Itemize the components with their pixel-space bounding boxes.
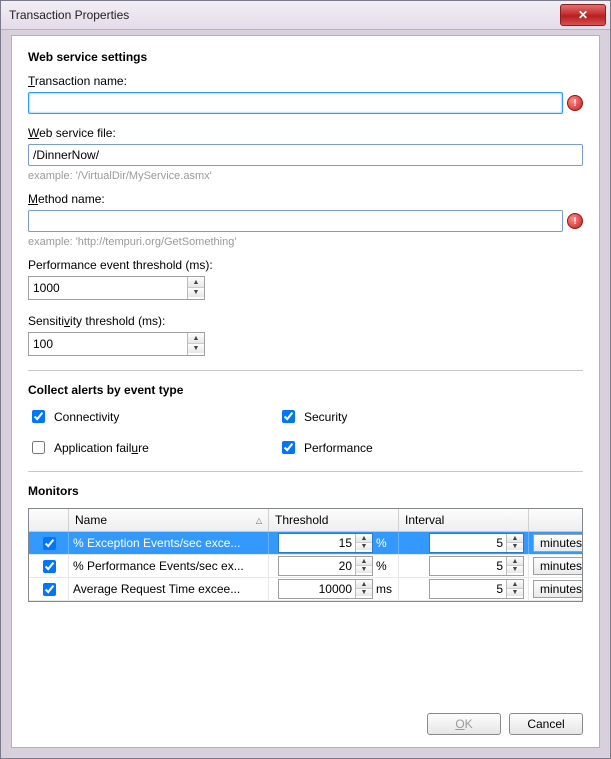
method-name-label: Method name:	[28, 192, 583, 206]
dialog-footer: OK Cancel	[427, 713, 583, 735]
spin-up-icon[interactable]: ▲	[356, 534, 372, 542]
spin-down-icon[interactable]: ▼	[188, 343, 204, 353]
row-checkbox[interactable]	[43, 537, 56, 550]
row-interval-unit-select[interactable]: minutes	[533, 557, 582, 575]
spin-down-icon[interactable]: ▼	[507, 542, 523, 550]
row-interval-unit-select[interactable]: minutes	[533, 534, 582, 552]
row-threshold-spinner[interactable]: ▲ ▼	[278, 556, 373, 576]
table-row[interactable]: Average Request Time excee... ▲ ▼ ms	[29, 578, 582, 601]
row-threshold-unit: %	[376, 536, 394, 550]
row-threshold-input[interactable]	[279, 580, 355, 598]
spin-down-icon[interactable]: ▼	[507, 565, 523, 573]
row-checkbox[interactable]	[43, 583, 56, 596]
table-row[interactable]: % Performance Events/sec ex... ▲ ▼ %	[29, 555, 582, 578]
web-service-file-input[interactable]	[28, 144, 583, 166]
row-name: % Exception Events/sec exce...	[69, 532, 269, 554]
error-icon: !	[567, 213, 583, 229]
sort-asc-icon: △	[256, 516, 262, 525]
row-interval-input[interactable]	[430, 580, 506, 598]
spin-up-icon[interactable]: ▲	[507, 557, 523, 565]
spin-up-icon[interactable]: ▲	[507, 580, 523, 588]
row-name: % Performance Events/sec ex...	[69, 555, 269, 577]
col-name[interactable]: Name △	[69, 509, 269, 531]
row-threshold-input[interactable]	[279, 534, 355, 552]
spin-up-icon[interactable]: ▲	[188, 277, 204, 287]
row-interval-input[interactable]	[430, 534, 506, 552]
security-label: Security	[304, 410, 347, 424]
ok-button[interactable]: OK	[427, 713, 501, 735]
web-service-file-hint: example: '/VirtualDir/MyService.asmx'	[28, 170, 583, 182]
separator	[28, 370, 583, 371]
spin-down-icon[interactable]: ▼	[356, 588, 372, 596]
perf-threshold-label: Performance event threshold (ms):	[28, 258, 583, 272]
transaction-name-label: Transaction name:	[28, 74, 583, 88]
row-name: Average Request Time excee...	[69, 578, 269, 600]
close-icon: ✕	[578, 8, 588, 22]
monitors-table: Name △ Threshold Interval % Exception Ev…	[28, 508, 583, 602]
security-checkbox[interactable]: Security	[278, 407, 583, 426]
app-failure-checkbox-input[interactable]	[32, 441, 45, 454]
row-interval-input[interactable]	[430, 557, 506, 575]
col-interval-unit[interactable]	[529, 509, 582, 531]
performance-label: Performance	[304, 441, 373, 455]
alerts-grid: Connectivity Security Application failur…	[28, 407, 583, 457]
row-interval-spinner[interactable]: ▲ ▼	[429, 579, 524, 599]
spin-down-icon[interactable]: ▼	[188, 287, 204, 297]
section-monitors-heading: Monitors	[28, 484, 583, 498]
perf-threshold-spinner[interactable]: ▲ ▼	[28, 276, 205, 300]
dialog-content: Web service settings Transaction name: !…	[11, 35, 600, 748]
connectivity-checkbox-input[interactable]	[32, 410, 45, 423]
row-interval-unit-select[interactable]: minutes	[533, 580, 582, 598]
method-name-input[interactable]	[28, 210, 563, 232]
section-alerts-heading: Collect alerts by event type	[28, 383, 583, 397]
col-interval-value[interactable]: Interval	[399, 509, 529, 531]
dialog-window: Transaction Properties ✕ Web service set…	[0, 0, 611, 759]
window-title: Transaction Properties	[9, 8, 129, 22]
security-checkbox-input[interactable]	[282, 410, 295, 423]
row-threshold-input[interactable]	[279, 557, 355, 575]
col-threshold[interactable]: Threshold	[269, 509, 399, 531]
app-failure-checkbox[interactable]: Application failure	[28, 438, 278, 457]
monitors-header-row: Name △ Threshold Interval	[29, 509, 582, 532]
col-check[interactable]	[29, 509, 69, 531]
spin-down-icon[interactable]: ▼	[356, 565, 372, 573]
spin-up-icon[interactable]: ▲	[356, 580, 372, 588]
row-threshold-unit: ms	[376, 582, 394, 596]
connectivity-checkbox[interactable]: Connectivity	[28, 407, 278, 426]
spin-up-icon[interactable]: ▲	[507, 534, 523, 542]
connectivity-label: Connectivity	[54, 410, 119, 424]
error-icon: !	[567, 95, 583, 111]
spin-down-icon[interactable]: ▼	[507, 588, 523, 596]
close-button[interactable]: ✕	[560, 4, 606, 26]
sensitivity-threshold-spinner[interactable]: ▲ ▼	[28, 332, 205, 356]
cancel-button[interactable]: Cancel	[509, 713, 583, 735]
spin-up-icon[interactable]: ▲	[188, 333, 204, 343]
performance-checkbox-input[interactable]	[282, 441, 295, 454]
row-threshold-unit: %	[376, 559, 394, 573]
table-row[interactable]: % Exception Events/sec exce... ▲ ▼ %	[29, 532, 582, 555]
separator	[28, 471, 583, 472]
row-interval-spinner[interactable]: ▲ ▼	[429, 533, 524, 553]
row-threshold-spinner[interactable]: ▲ ▼	[278, 533, 373, 553]
performance-checkbox[interactable]: Performance	[278, 438, 583, 457]
method-name-hint: example: 'http://tempuri.org/GetSomethin…	[28, 236, 583, 248]
titlebar: Transaction Properties ✕	[1, 1, 610, 30]
spin-down-icon[interactable]: ▼	[356, 542, 372, 550]
row-threshold-spinner[interactable]: ▲ ▼	[278, 579, 373, 599]
spin-up-icon[interactable]: ▲	[356, 557, 372, 565]
transaction-name-input[interactable]	[28, 92, 563, 114]
sensitivity-threshold-input[interactable]	[29, 333, 187, 355]
app-failure-label: Application failure	[54, 441, 149, 455]
row-checkbox[interactable]	[43, 560, 56, 573]
section-web-service-heading: Web service settings	[28, 50, 583, 64]
perf-threshold-input[interactable]	[29, 277, 187, 299]
sensitivity-threshold-label: Sensitivity threshold (ms):	[28, 314, 583, 328]
web-service-file-label: Web service file:	[28, 126, 583, 140]
row-interval-spinner[interactable]: ▲ ▼	[429, 556, 524, 576]
